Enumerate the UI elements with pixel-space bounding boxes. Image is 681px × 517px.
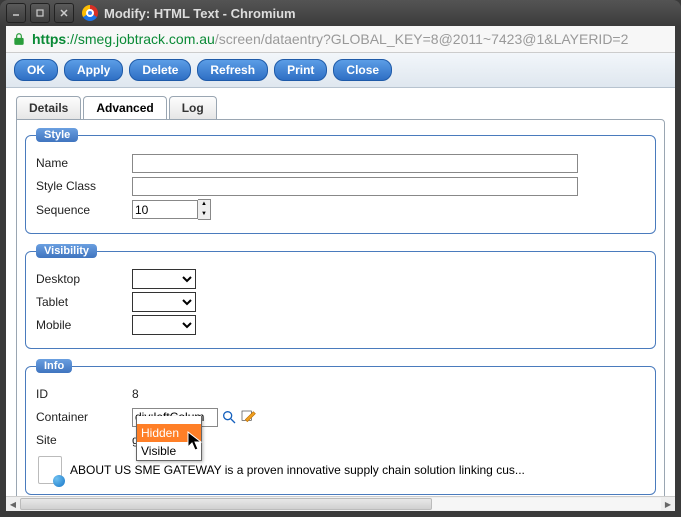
style-class-label: Style Class xyxy=(36,179,132,193)
dropdown-option-visible[interactable]: Visible xyxy=(137,442,201,460)
visibility-legend: Visibility xyxy=(36,244,97,258)
window-title: Modify: HTML Text - Chromium xyxy=(104,6,296,21)
sequence-label: Sequence xyxy=(36,203,132,217)
visibility-fieldset: Visibility Desktop Tablet Mobile xyxy=(25,244,656,349)
advanced-panel: Style Name Style Class Sequence ▲▼ xyxy=(16,119,665,496)
spin-up-icon[interactable]: ▲ xyxy=(198,200,210,210)
info-legend: Info xyxy=(36,359,72,373)
mobile-label: Mobile xyxy=(36,318,132,332)
sequence-spinner[interactable]: ▲▼ xyxy=(198,199,211,220)
edit-icon[interactable] xyxy=(240,409,256,425)
tab-advanced[interactable]: Advanced xyxy=(83,96,166,119)
scroll-right-icon[interactable]: ▶ xyxy=(661,497,675,511)
lock-icon xyxy=(12,32,26,46)
scroll-left-icon[interactable]: ◀ xyxy=(6,497,20,511)
desktop-select[interactable] xyxy=(132,269,196,289)
mobile-dropdown-list: Hidden Visible xyxy=(136,416,202,461)
document-globe-icon xyxy=(38,456,62,484)
scrollbar-thumb[interactable] xyxy=(20,498,432,510)
desktop-label: Desktop xyxy=(36,272,132,286)
action-toolbar: OK Apply Delete Refresh Print Close xyxy=(6,53,675,88)
refresh-button[interactable]: Refresh xyxy=(197,59,268,81)
name-label: Name xyxy=(36,156,132,170)
info-fieldset: Info ID 8 Container Site gateway xyxy=(25,359,656,495)
horizontal-scrollbar[interactable]: ◀ ▶ xyxy=(6,496,675,511)
window-maximize-button[interactable] xyxy=(30,3,50,23)
ok-button[interactable]: OK xyxy=(14,59,58,81)
apply-button[interactable]: Apply xyxy=(64,59,123,81)
tablet-select[interactable] xyxy=(132,292,196,312)
tab-log[interactable]: Log xyxy=(169,96,217,119)
address-bar[interactable]: https://smeg.jobtrack.com.au/screen/data… xyxy=(6,26,675,53)
close-button[interactable]: Close xyxy=(333,59,392,81)
spin-down-icon[interactable]: ▼ xyxy=(198,210,210,220)
print-button[interactable]: Print xyxy=(274,59,327,81)
tab-strip: Details Advanced Log xyxy=(16,96,665,119)
window-minimize-button[interactable] xyxy=(6,3,26,23)
style-fieldset: Style Name Style Class Sequence ▲▼ xyxy=(25,128,656,234)
sequence-input[interactable] xyxy=(132,200,198,219)
chromium-icon xyxy=(82,5,98,21)
window-titlebar: Modify: HTML Text - Chromium xyxy=(0,0,681,26)
mobile-select[interactable] xyxy=(132,315,196,335)
tablet-label: Tablet xyxy=(36,295,132,309)
name-input[interactable] xyxy=(132,154,578,173)
id-value: 8 xyxy=(132,387,139,401)
tab-details[interactable]: Details xyxy=(16,96,81,119)
style-legend: Style xyxy=(36,128,78,142)
search-icon[interactable] xyxy=(221,409,237,425)
dropdown-option-hidden[interactable]: Hidden xyxy=(137,424,201,442)
id-label: ID xyxy=(36,387,132,401)
description-text: ABOUT US SME GATEWAY is a proven innovat… xyxy=(70,463,525,477)
container-label: Container xyxy=(36,410,132,424)
delete-button[interactable]: Delete xyxy=(129,59,191,81)
style-class-input[interactable] xyxy=(132,177,578,196)
window-close-button[interactable] xyxy=(54,3,74,23)
url-text: https://smeg.jobtrack.com.au/screen/data… xyxy=(32,31,628,47)
site-label: Site xyxy=(36,433,132,447)
